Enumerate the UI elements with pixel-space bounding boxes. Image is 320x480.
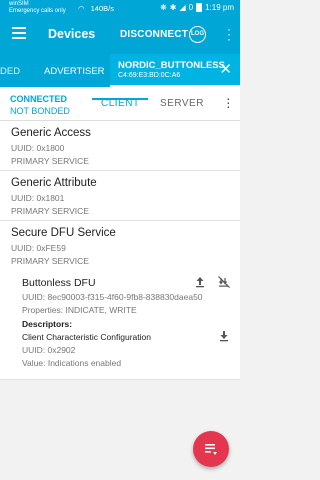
connection-state: CONNECTED [10,94,68,104]
bond-state: NOT BONDED [10,106,70,116]
write-value-icon[interactable] [194,276,206,288]
service-item[interactable]: Secure DFU Service UUID: 0xFE59 PRIMARY … [0,221,240,268]
tab-nordic-buttonless[interactable]: NORDIC_BUTTONLESS C4:69:E3:BD:0C:A6 ✕ [110,54,240,87]
network-info: ◠ 140B/s [78,4,114,13]
service-type: PRIMARY SERVICE [11,256,89,266]
descriptors-heading: Descriptors: [22,319,73,329]
service-name: Secure DFU Service [11,227,116,239]
bluetooth-icon: ✱ [169,3,177,12]
more-options-icon[interactable]: · · · [226,23,232,45]
wifi-icon: ◠ [78,4,85,13]
menu-icon[interactable] [12,27,26,41]
carrier-info: winSIM Emergency calls only [9,1,66,15]
clock: 1:19 pm [205,3,234,12]
characteristic-item[interactable]: Buttonless DFU UUID: 8ec90003-f315-4f60-… [0,268,240,380]
network-speed: 140B/s [90,4,114,13]
service-item[interactable]: Generic Attribute UUID: 0x1801 PRIMARY S… [0,171,240,221]
connection-bar: CONNECTED NOT BONDED CLIENT SERVER · · · [0,87,240,121]
indications-icon[interactable] [218,276,230,288]
service-type: PRIMARY SERVICE [11,156,89,166]
service-uuid: UUID: 0x1800 [11,143,65,153]
characteristic-name: Buttonless DFU [22,277,96,289]
device-tabs: DED ADVERTISER NORDIC_BUTTONLESS C4:69:E… [0,54,240,87]
tab-client-indicator [92,98,148,100]
status-icons: ❋ ✱ ◢ 0 1:19 pm [160,3,234,12]
log-button[interactable]: LOG [189,26,206,43]
device-mac: C4:69:E3:BD:0C:A6 [118,72,181,79]
app-bar: Devices DISCONNECT LOG · · · [0,17,240,54]
service-name: Generic Access [11,127,91,139]
battery-percent: 0 [188,3,194,12]
page-title: Devices [48,27,96,41]
device-name: NORDIC_BUTTONLESS [118,60,225,71]
log-fab-button[interactable] [193,431,229,467]
service-type: PRIMARY SERVICE [11,206,89,216]
notes-icon [205,444,217,455]
characteristic-properties: Properties: INDICATE, WRITE [22,305,137,315]
tab-server[interactable]: SERVER [160,98,204,109]
service-name: Generic Attribute [11,177,97,189]
service-uuid: UUID: 0x1801 [11,193,65,203]
signal-icon: ◢ [179,3,186,12]
descriptor-uuid: UUID: 0x2902 [22,345,76,355]
tab-advertiser[interactable]: ADVERTISER [44,66,105,77]
carrier-name: winSIM [9,1,29,7]
disconnect-button[interactable]: DISCONNECT [120,29,188,40]
battery-icon [196,3,203,12]
log-label: LOG [191,31,204,37]
emergency-text: Emergency calls only [9,8,66,14]
tab-scanner-partial[interactable]: DED [0,66,20,77]
service-uuid: UUID: 0xFE59 [11,243,66,253]
service-item[interactable]: Generic Access UUID: 0x1800 PRIMARY SERV… [0,121,240,171]
more-options-icon[interactable]: · · · [226,91,231,113]
descriptor-name: Client Characteristic Configuration [22,332,151,342]
descriptor-value: Value: Indications enabled [22,358,122,368]
characteristic-uuid: UUID: 8ec90003-f315-4f60-9fb8-838830daea… [22,292,203,302]
status-bar: winSIM Emergency calls only ◠ 140B/s ❋ ✱… [0,0,240,17]
vibrate-icon: ❋ [160,3,167,12]
close-icon[interactable]: ✕ [219,62,232,77]
read-descriptor-icon[interactable] [218,330,230,342]
